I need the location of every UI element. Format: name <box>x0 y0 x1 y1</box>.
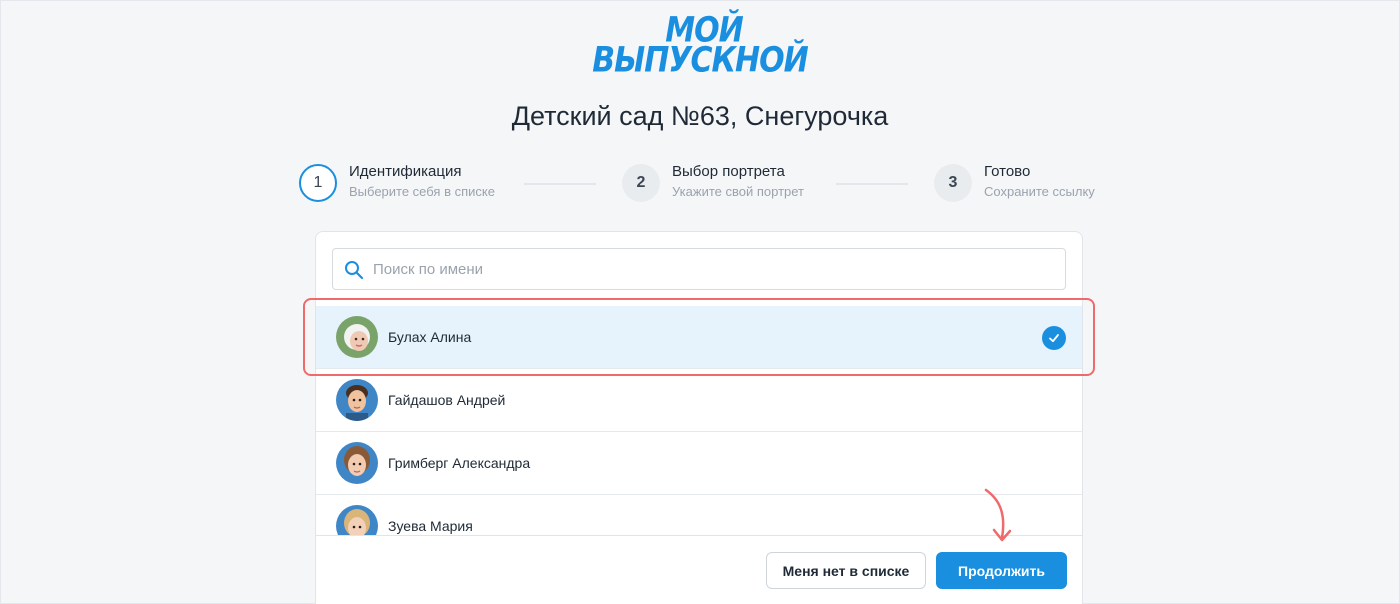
search-icon <box>345 261 364 280</box>
step-number: 2 <box>622 164 660 202</box>
logo-line-2: ВЫПУСКНОЙ <box>592 40 808 81</box>
student-name: Булах Алина <box>388 329 472 345</box>
step-subtitle: Сохраните ссылку <box>984 184 1095 199</box>
avatar <box>336 442 378 484</box>
page-title: Детский сад №63, Снегурочка <box>511 101 889 131</box>
step-subtitle: Выберите себя в списке <box>349 184 495 199</box>
list-item[interactable]: Булах Алина <box>316 306 1082 369</box>
step-subtitle: Укажите свой портрет <box>672 184 804 199</box>
list-item[interactable]: Зуева Мария <box>316 495 1082 536</box>
continue-button[interactable]: Продолжить <box>936 552 1067 589</box>
student-list-card: Булах Алина Гайдашов Андрей <box>315 231 1083 604</box>
student-list: Булах Алина Гайдашов Андрей Гримберг Але… <box>316 306 1082 536</box>
check-icon <box>1042 326 1066 350</box>
list-item[interactable]: Гайдашов Андрей <box>316 369 1082 432</box>
avatar <box>336 316 378 358</box>
step-connector <box>524 183 596 185</box>
student-name: Зуева Мария <box>388 518 473 534</box>
step-number: 1 <box>299 164 337 202</box>
search-box[interactable] <box>332 248 1066 290</box>
step-title: Выбор портрета <box>672 163 785 180</box>
step-title: Готово <box>984 163 1031 180</box>
stepper: 1 Идентификация Выберите себя в списке 2… <box>299 163 1119 205</box>
search-input[interactable] <box>373 249 1053 289</box>
step-connector <box>836 183 908 185</box>
step-title: Идентификация <box>349 163 462 180</box>
student-name: Гайдашов Андрей <box>388 392 506 408</box>
not-in-list-button[interactable]: Меня нет в списке <box>766 552 926 589</box>
student-name: Гримберг Александра <box>388 455 531 471</box>
avatar <box>336 505 378 536</box>
card-footer-divider <box>316 535 1082 536</box>
step-number: 3 <box>934 164 972 202</box>
avatar <box>336 379 378 421</box>
list-item[interactable]: Гримберг Александра <box>316 432 1082 495</box>
brand-logo[interactable]: МОЙ ВЫПУСКНОЙ <box>590 13 810 81</box>
